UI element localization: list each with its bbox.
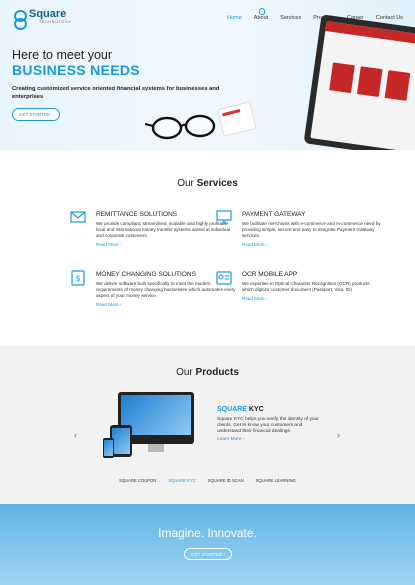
- service-description: We provide compliant, streamlined, scala…: [96, 221, 231, 238]
- service-description: We expertise in Optical Character Recogn…: [242, 281, 370, 292]
- service-payment-gateway: PAYMENT GATEWAY We facilitate merchants …: [242, 211, 382, 247]
- service-description: We facilitate merchants with e-commerce …: [242, 221, 381, 238]
- nav-services[interactable]: Services: [274, 15, 307, 21]
- product-description: Square KYC helps you verify the identity…: [217, 417, 319, 435]
- service-description: We deliver software built specifically t…: [96, 281, 236, 298]
- service-title: MONEY CHANGING SOLUTIONS: [96, 271, 196, 278]
- product-tab-coupon[interactable]: SQUARE COUPON: [119, 478, 156, 483]
- id-card-icon: [216, 271, 232, 285]
- read-more-link[interactable]: Read More ›: [242, 296, 382, 301]
- nav-about[interactable]: About: [248, 15, 274, 21]
- hero-heading-accent: BUSINESS NEEDS: [12, 62, 140, 78]
- carousel-prev-arrow[interactable]: ‹: [74, 430, 77, 440]
- main-nav: Home About Services Products Career Cont…: [221, 15, 409, 21]
- svg-text:$: $: [75, 274, 80, 283]
- mobile-illustration: [103, 438, 114, 458]
- monitor-icon: [216, 210, 232, 224]
- service-ocr-mobile-app: OCR MOBILE APP We expertise in Optical C…: [242, 271, 382, 301]
- hero-description: Creating customized service oriented fin…: [12, 86, 220, 100]
- get-started-button[interactable]: GET STARTED ›: [12, 108, 60, 121]
- currency-exchange-icon: $: [71, 270, 85, 286]
- service-title: PAYMENT GATEWAY: [242, 211, 306, 218]
- service-money-changing: MONEY CHANGING SOLUTIONS We deliver soft…: [96, 271, 236, 307]
- lightbulb-icon: [259, 8, 265, 15]
- read-more-link[interactable]: Read More ›: [96, 242, 236, 247]
- products-heading: Our Products: [176, 367, 239, 378]
- product-tab-kyc[interactable]: SQUARE KYC: [168, 478, 195, 483]
- brand-tagline: TECHNOLOGY: [39, 20, 72, 24]
- service-title: REMITTANCE SOLUTIONS: [96, 211, 178, 218]
- product-title: SQUARE KYC: [217, 406, 264, 413]
- hero-section: Square TECHNOLOGY Home About Services Pr…: [0, 0, 415, 150]
- nav-contact-us[interactable]: Contact Us: [370, 15, 409, 21]
- learn-more-link[interactable]: Learn More ›: [217, 437, 244, 442]
- service-remittance: REMITTANCE SOLUTIONS We provide complian…: [96, 211, 236, 247]
- product-tab-id-scan[interactable]: SQUARE ID SCAN: [208, 478, 244, 483]
- nav-home[interactable]: Home: [221, 15, 248, 21]
- product-tab-learning[interactable]: SQUARE LEARNING: [256, 478, 296, 483]
- service-title: OCR MOBILE APP: [242, 271, 298, 278]
- eyeglasses-illustration: [145, 114, 216, 140]
- cta-title: Imagine. Innovate.: [158, 526, 257, 540]
- cta-section: [0, 504, 415, 585]
- product-tabs: SQUARE COUPON SQUARE KYC SQUARE ID SCAN …: [0, 478, 415, 483]
- logo-mark-icon: [12, 9, 27, 30]
- cta-get-started-button[interactable]: GET STARTED ›: [184, 548, 232, 560]
- read-more-link[interactable]: Read More ›: [96, 302, 236, 307]
- brand-name: Square: [29, 8, 67, 20]
- laptop-illustration: [303, 14, 415, 150]
- envelope-icon: [70, 211, 86, 223]
- hero-heading: Here to meet your: [12, 48, 113, 62]
- read-more-link[interactable]: Read More ›: [242, 242, 382, 247]
- carousel-next-arrow[interactable]: ›: [337, 430, 340, 440]
- phone-illustration: [217, 101, 257, 137]
- services-heading: Our Services: [177, 178, 238, 189]
- brand-logo[interactable]: Square TECHNOLOGY: [12, 8, 72, 30]
